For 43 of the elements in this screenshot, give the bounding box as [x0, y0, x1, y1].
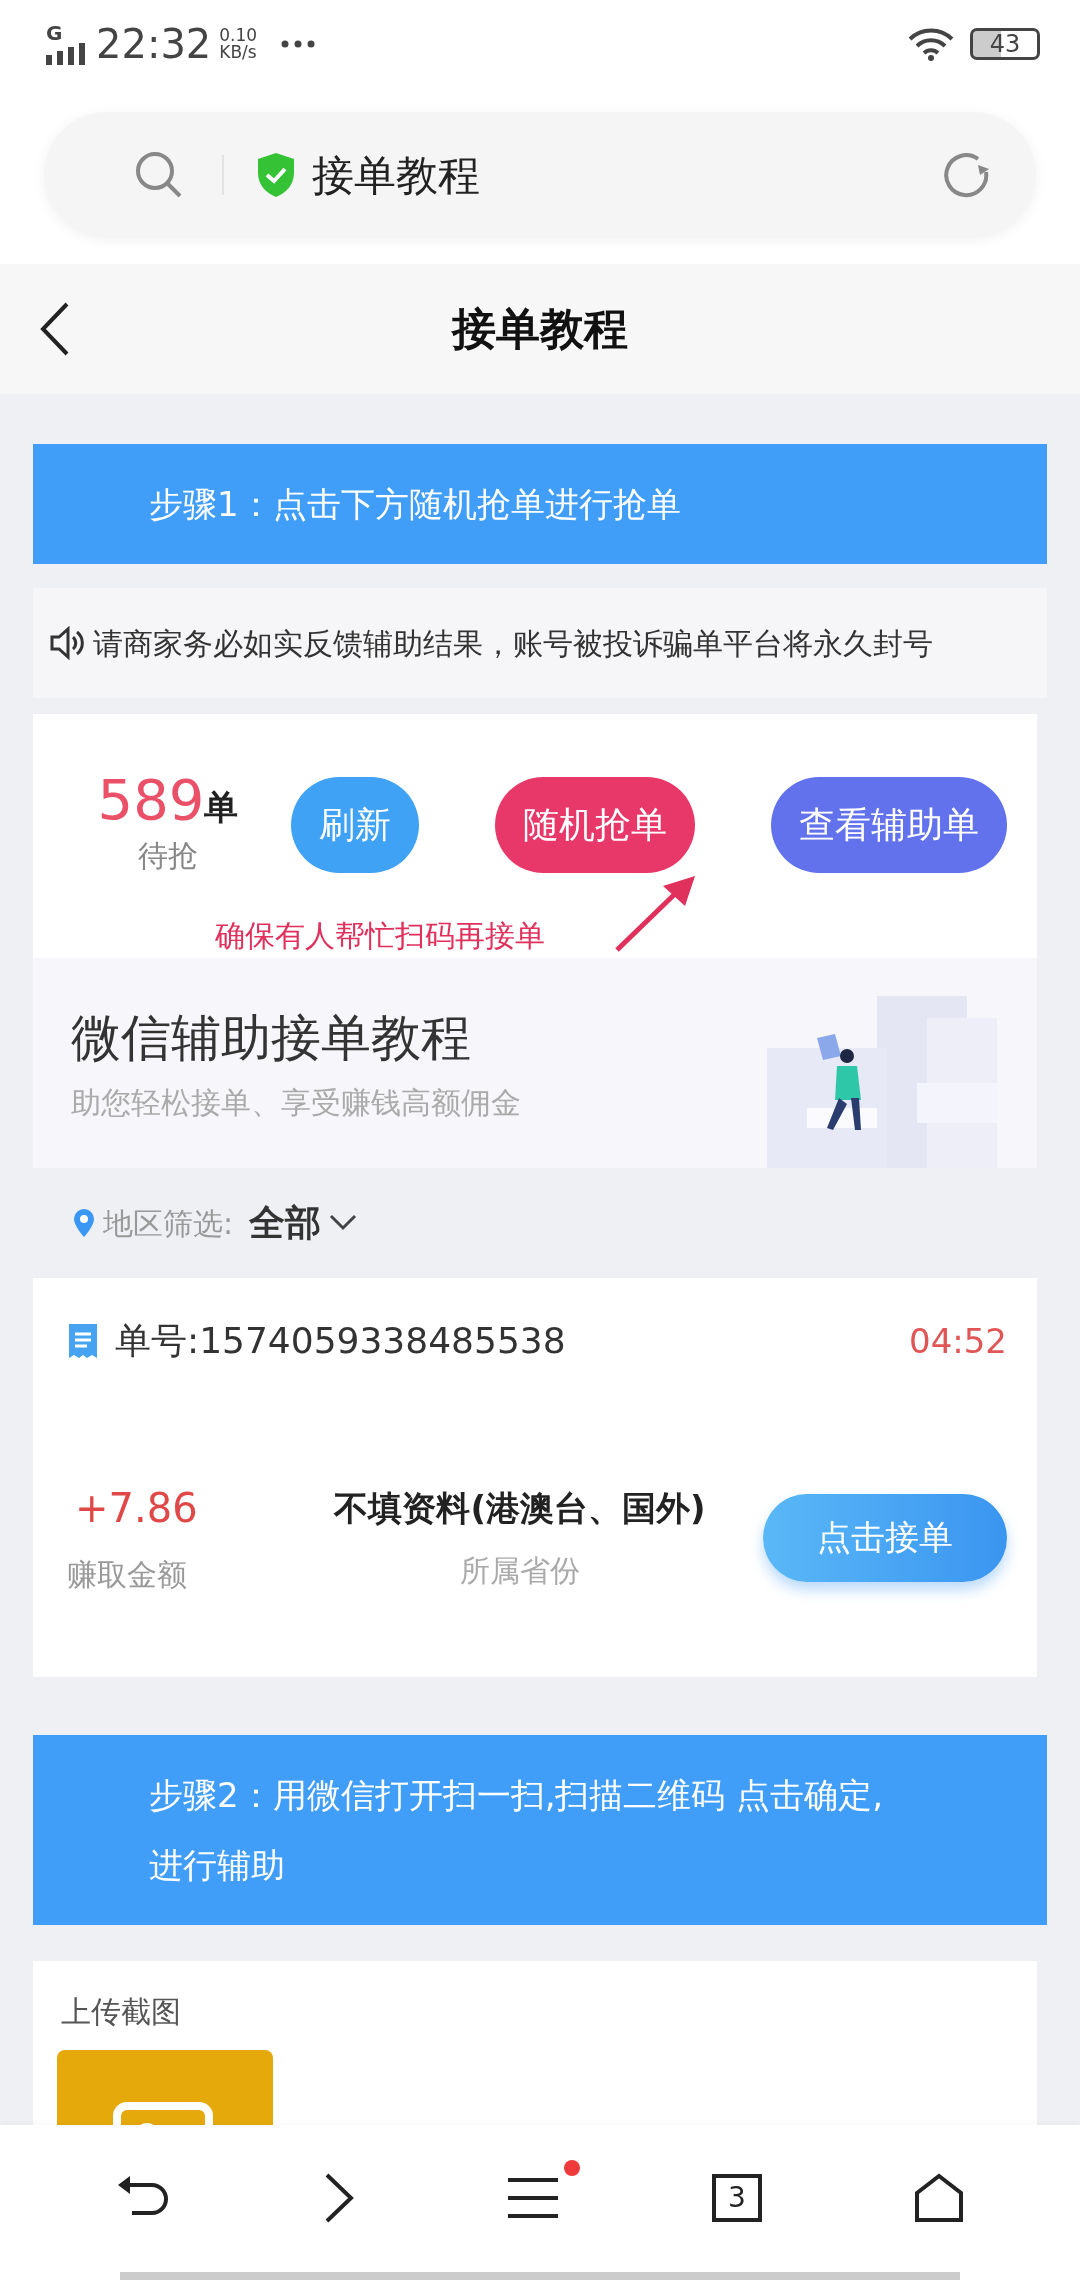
network-speed: 0.10 [219, 27, 258, 44]
search-icon[interactable] [134, 150, 184, 200]
speaker-icon [49, 626, 85, 660]
header-title: 接单教程 [452, 302, 628, 356]
earning-amount: +7.86 [74, 1484, 199, 1533]
network-type: G [46, 23, 63, 43]
chevron-down-icon [329, 1214, 358, 1232]
action-button[interactable]: 查看辅助单 [771, 777, 1007, 873]
step-banner: 步骤2：用微信打开扫一扫,扫描二维码 点击确定,进行辅助 [33, 1735, 1047, 1925]
annotation-text: 确保有人帮忙扫码再接单 [215, 917, 545, 955]
accept-order-button[interactable]: 点击接单 [763, 1493, 1007, 1582]
speed-unit: KB/s [219, 44, 258, 61]
order-count: 589 [97, 772, 205, 828]
filter-label: 地区筛选: [103, 1204, 234, 1243]
action-button[interactable]: 随机抢单 [495, 777, 695, 873]
receipt-icon [67, 1322, 99, 1360]
province-label: 所属省份 [460, 1551, 580, 1590]
menu-icon[interactable] [506, 2175, 560, 2220]
back-icon[interactable] [40, 302, 70, 356]
region-dropdown[interactable]: 全部 [249, 1196, 358, 1250]
battery-icon: 43 [970, 28, 1040, 60]
banner-title: 微信辅助接单教程 [71, 1008, 472, 1069]
count-label: 待抢 [138, 837, 198, 875]
step-banner: 步骤1：点击下方随机抢单进行抢单 [33, 444, 1047, 564]
action-button[interactable]: 刷新 [291, 777, 419, 873]
clock: 22:32 [96, 20, 212, 69]
signal-icon [46, 43, 88, 65]
location-pin-icon [73, 1208, 95, 1238]
order-number: 单号:1574059338485538 [115, 1319, 566, 1363]
countdown-timer: 04:52 [909, 1319, 1007, 1363]
earning-label: 赚取金额 [67, 1556, 188, 1594]
province-value: 不填资料(港澳台、国外) [334, 1486, 706, 1530]
wifi-icon [908, 27, 954, 61]
tabs-button[interactable]: 3 [712, 2173, 762, 2222]
home-icon[interactable] [914, 2172, 964, 2223]
banner-subtitle: 助您轻松接单、享受赚钱高额佣金 [71, 1084, 522, 1122]
upload-label: 上传截图 [60, 1994, 181, 2029]
shield-check-icon [256, 152, 296, 198]
count-unit: 单 [204, 786, 239, 829]
page-title: 接单教程 [312, 149, 480, 202]
notice-text: 请商家务必如实反馈辅助结果，账号被投诉骗单平台将永久封号 [93, 624, 933, 663]
forward-icon[interactable] [324, 2172, 354, 2223]
more-icon [281, 40, 316, 48]
